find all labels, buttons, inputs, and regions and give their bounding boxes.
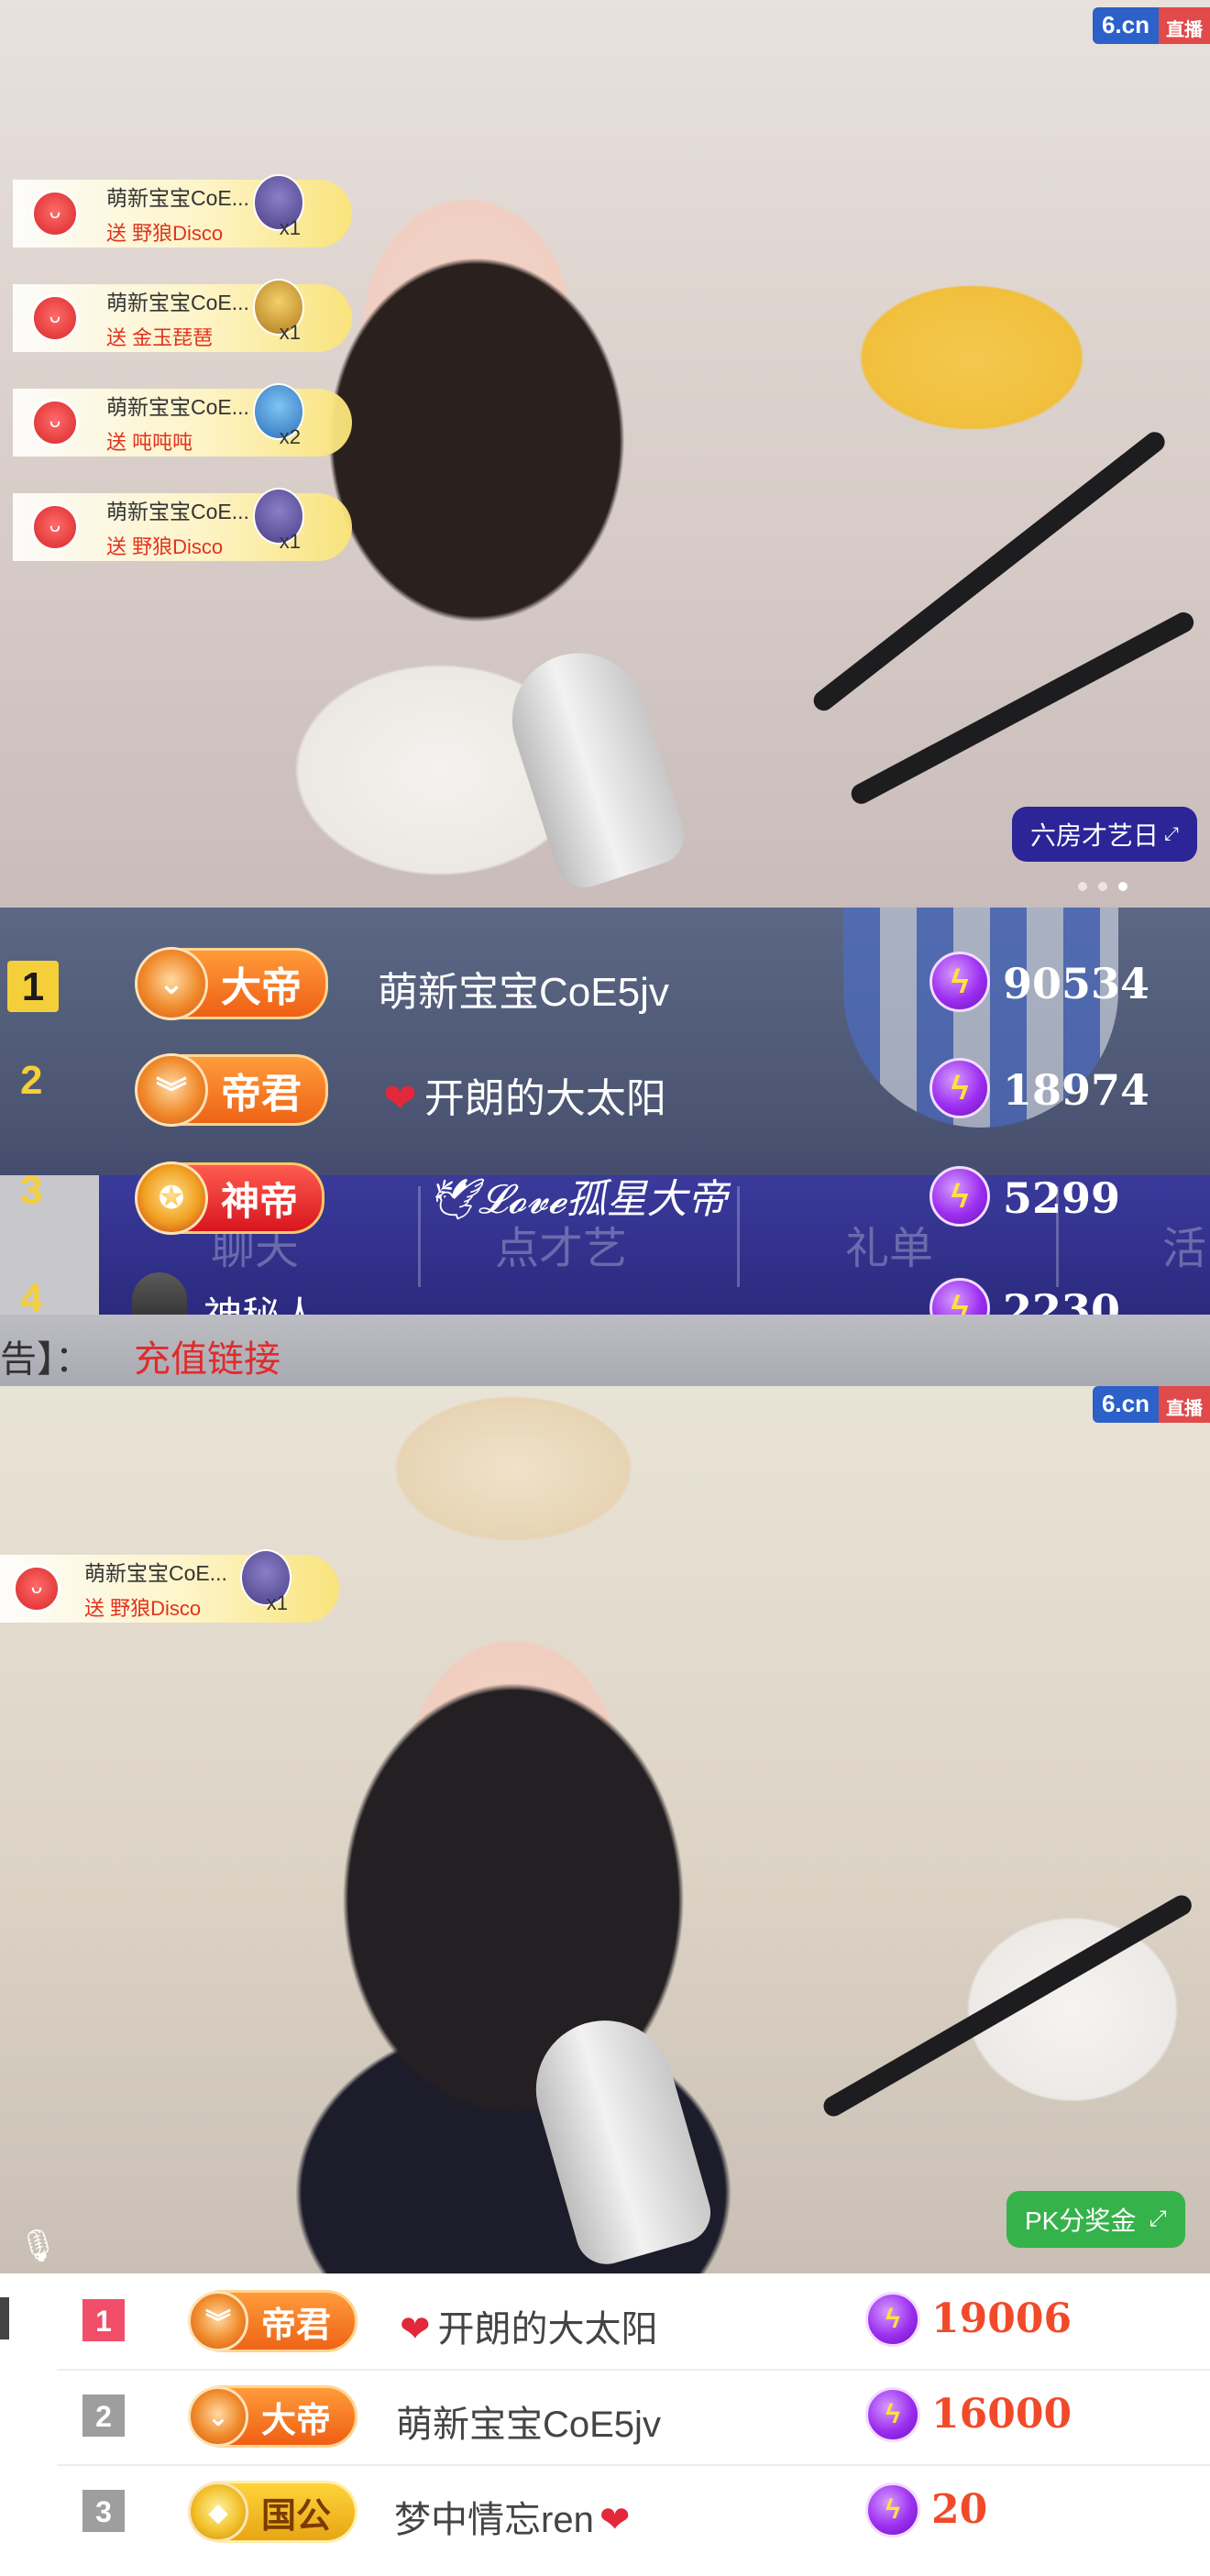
gift-notification: 萌新宝宝CoE... 送 金玉琵琶 x1 bbox=[13, 279, 352, 352]
microphone-icon[interactable]: 🎙 bbox=[18, 2228, 58, 2264]
recharge-link[interactable]: 充值链接 bbox=[134, 1329, 280, 1382]
site-logo: 6.cn 直播 bbox=[1092, 7, 1210, 44]
double-chevron-icon: ︾ bbox=[188, 2291, 248, 2351]
lightning-icon: ϟ bbox=[930, 1058, 990, 1118]
pager-dot[interactable] bbox=[1098, 882, 1107, 891]
lightning-icon: ϟ bbox=[865, 2387, 920, 2442]
lightning-icon: ϟ bbox=[865, 2292, 920, 2347]
user-avatar bbox=[31, 399, 79, 446]
stream-video-top[interactable]: 6.cn 直播 萌新宝宝CoE... 送 野狼Disco x1 萌新宝宝CoE.… bbox=[0, 0, 1210, 908]
lightning-icon: ϟ bbox=[930, 1166, 990, 1227]
microphone-image bbox=[494, 635, 693, 896]
rank-board-bottom: 1 ︾ 帝君 ❤ 开朗的大太阳 ϟ 19006 2 ⌄ 大帝 萌新宝宝CoE5jv… bbox=[0, 2273, 1210, 2576]
rank-badge: ⌄ 大帝 bbox=[135, 947, 328, 1020]
rank-badge: ︾ 帝君 bbox=[135, 1053, 328, 1127]
room-event-button[interactable]: 六房才艺日 ⤢ bbox=[1012, 807, 1198, 862]
gift-notification: 萌新宝宝CoE... 送 野狼Disco x1 bbox=[13, 174, 352, 248]
expand-icon: ⤢ bbox=[1164, 823, 1180, 844]
carousel-pager[interactable] bbox=[1078, 882, 1128, 891]
diamond-icon: ◆ bbox=[188, 2482, 248, 2542]
notice-bar: 告】： 充值链接 bbox=[0, 1315, 1210, 1386]
rank-badge: ✪ 神帝 bbox=[135, 1161, 325, 1235]
rank-row[interactable]: 3 ◆ 国公 梦中情忘ren ❤ ϟ 20 bbox=[57, 2464, 1210, 2559]
pk-prize-button[interactable]: PK分奖金 ⤢ bbox=[1006, 2191, 1185, 2248]
dove-icon: 🕊 bbox=[427, 1176, 478, 1223]
expand-icon: ⤢ bbox=[1149, 2207, 1167, 2231]
double-chevron-icon: ︾ bbox=[135, 1053, 208, 1127]
rank-row[interactable]: 2 ⌄ 大帝 萌新宝宝CoE5jv ϟ 16000 bbox=[57, 2369, 1210, 2466]
site-logo: 6.cn 直播 bbox=[1092, 1386, 1210, 1423]
mic-stand-image bbox=[809, 427, 1170, 715]
user-avatar bbox=[13, 1565, 60, 1613]
user-avatar bbox=[31, 503, 79, 551]
rank-board-top: 1 ⌄ 大帝 萌新宝宝CoE5jv ϟ 90534 2 ︾ 帝君 ❤ 开朗的大太阳… bbox=[0, 908, 1210, 1386]
heart-icon: ❤ bbox=[599, 2500, 631, 2540]
lightning-icon: ϟ bbox=[930, 952, 990, 1012]
rank-row[interactable]: 2 ︾ 帝君 ❤ 开朗的大太阳 ϟ 18974 bbox=[0, 1016, 1210, 1127]
heart-icon: ❤ bbox=[400, 2309, 431, 2350]
rank-row[interactable]: 1 ︾ 帝君 ❤ 开朗的大太阳 ϟ 19006 bbox=[57, 2273, 1210, 2371]
gift-notification: 萌新宝宝CoE... 送 野狼Disco x1 bbox=[13, 488, 352, 561]
gift-notification: 萌新宝宝CoE... 送 吨吨吨 x2 bbox=[13, 383, 352, 457]
rank-badge: ︾ 帝君 bbox=[188, 2290, 358, 2352]
stream-video-bottom[interactable]: 6.cn 直播 萌新宝宝CoE... 送 野狼Disco x1 PK分奖金 ⤢ … bbox=[0, 1386, 1210, 2273]
pager-dot[interactable] bbox=[1078, 882, 1087, 891]
heart-icon: ❤ bbox=[383, 1076, 417, 1121]
chevron-down-icon: ⌄ bbox=[135, 947, 208, 1020]
rank-badge: ⌄ 大帝 bbox=[188, 2385, 358, 2448]
gift-notification: 萌新宝宝CoE... 送 野狼Disco x1 bbox=[0, 1549, 339, 1623]
crest-icon: ✪ bbox=[135, 1161, 208, 1235]
microphone-image bbox=[520, 2004, 718, 2272]
lightning-icon: ϟ bbox=[865, 2482, 920, 2537]
mic-stand-image bbox=[820, 1891, 1195, 2120]
rank-badge: ◆ 国公 bbox=[188, 2481, 358, 2543]
rank-row[interactable]: 3 ✪ 神帝 🕊𝓛𝓸𝓿𝓮孤星大帝 ϟ 5299 bbox=[0, 1124, 1210, 1235]
chevron-down-icon: ⌄ bbox=[188, 2386, 248, 2447]
user-avatar bbox=[31, 294, 79, 342]
rank-row[interactable]: 1 ⌄ 大帝 萌新宝宝CoE5jv ϟ 90534 bbox=[0, 908, 1210, 1020]
user-avatar bbox=[31, 190, 79, 237]
pager-dot-active[interactable] bbox=[1118, 882, 1128, 891]
